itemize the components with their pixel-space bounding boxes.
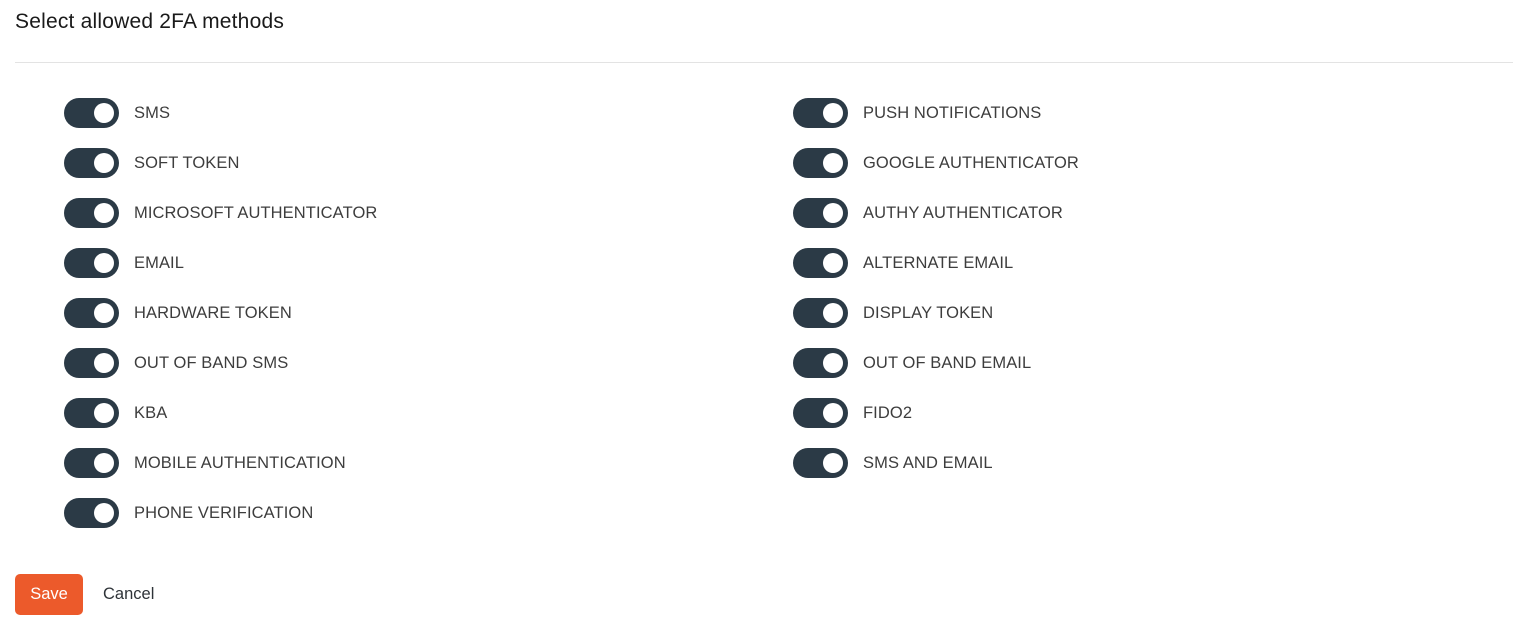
method-row-push-notifications: PUSH NOTIFICATIONS <box>793 98 1079 128</box>
toggle-knob <box>823 453 843 473</box>
method-label: SMS AND EMAIL <box>863 453 993 472</box>
method-row-fido2: FIDO2 <box>793 398 1079 428</box>
methods-right-column: PUSH NOTIFICATIONS GOOGLE AUTHENTICATOR … <box>793 98 1079 498</box>
toggle-email[interactable] <box>64 248 119 278</box>
method-label: SOFT TOKEN <box>134 153 240 172</box>
toggle-knob <box>94 403 114 423</box>
method-label: KBA <box>134 403 168 422</box>
toggle-knob <box>94 153 114 173</box>
method-row-hardware-token: HARDWARE TOKEN <box>64 298 377 328</box>
toggle-knob <box>94 303 114 323</box>
method-label: EMAIL <box>134 253 185 272</box>
method-label: ALTERNATE EMAIL <box>863 253 1014 272</box>
toggle-authy-authenticator[interactable] <box>793 198 848 228</box>
toggle-knob <box>823 303 843 323</box>
method-label: SMS <box>134 103 171 122</box>
method-label: DISPLAY TOKEN <box>863 303 994 322</box>
method-row-alternate-email: ALTERNATE EMAIL <box>793 248 1079 278</box>
method-label: OUT OF BAND SMS <box>134 353 289 372</box>
method-row-sms-and-email: SMS AND EMAIL <box>793 448 1079 478</box>
method-row-kba: KBA <box>64 398 377 428</box>
method-row-out-of-band-email: OUT OF BAND EMAIL <box>793 348 1079 378</box>
method-row-soft-token: SOFT TOKEN <box>64 148 377 178</box>
save-button[interactable]: Save <box>15 574 83 615</box>
2fa-settings-page: Select allowed 2FA methods SMS SOFT TOKE… <box>0 0 1527 623</box>
method-label: GOOGLE AUTHENTICATOR <box>863 153 1079 172</box>
toggle-google-authenticator[interactable] <box>793 148 848 178</box>
toggle-knob <box>94 203 114 223</box>
page-title: Select allowed 2FA methods <box>15 10 285 33</box>
method-row-email: EMAIL <box>64 248 377 278</box>
toggle-knob <box>94 103 114 123</box>
toggle-push-notifications[interactable] <box>793 98 848 128</box>
method-row-display-token: DISPLAY TOKEN <box>793 298 1079 328</box>
method-label: OUT OF BAND EMAIL <box>863 353 1032 372</box>
method-row-google-authenticator: GOOGLE AUTHENTICATOR <box>793 148 1079 178</box>
method-label: HARDWARE TOKEN <box>134 303 292 322</box>
toggle-display-token[interactable] <box>793 298 848 328</box>
toggle-knob <box>823 203 843 223</box>
method-label: AUTHY AUTHENTICATOR <box>863 203 1063 222</box>
methods-left-column: SMS SOFT TOKEN MICROSOFT AUTHENTICATOR E… <box>64 98 377 548</box>
toggle-knob <box>823 253 843 273</box>
toggle-phone-verification[interactable] <box>64 498 119 528</box>
method-row-authy-authenticator: AUTHY AUTHENTICATOR <box>793 198 1079 228</box>
toggle-knob <box>823 353 843 373</box>
cancel-button[interactable]: Cancel <box>103 585 154 604</box>
toggle-fido2[interactable] <box>793 398 848 428</box>
method-row-sms: SMS <box>64 98 377 128</box>
toggle-knob <box>823 403 843 423</box>
toggle-out-of-band-email[interactable] <box>793 348 848 378</box>
toggle-knob <box>94 253 114 273</box>
method-label: MICROSOFT AUTHENTICATOR <box>134 203 378 222</box>
toggle-knob <box>823 103 843 123</box>
toggle-knob <box>94 503 114 523</box>
toggle-sms[interactable] <box>64 98 119 128</box>
method-row-microsoft-authenticator: MICROSOFT AUTHENTICATOR <box>64 198 377 228</box>
method-row-out-of-band-sms: OUT OF BAND SMS <box>64 348 377 378</box>
toggle-out-of-band-sms[interactable] <box>64 348 119 378</box>
toggle-kba[interactable] <box>64 398 119 428</box>
toggle-hardware-token[interactable] <box>64 298 119 328</box>
toggle-microsoft-authenticator[interactable] <box>64 198 119 228</box>
method-row-phone-verification: PHONE VERIFICATION <box>64 498 377 528</box>
method-label: MOBILE AUTHENTICATION <box>134 453 346 472</box>
method-label: FIDO2 <box>863 403 913 422</box>
toggle-sms-and-email[interactable] <box>793 448 848 478</box>
toggle-mobile-authentication[interactable] <box>64 448 119 478</box>
toggle-knob <box>94 353 114 373</box>
method-label: PHONE VERIFICATION <box>134 503 314 522</box>
toggle-knob <box>94 453 114 473</box>
method-row-mobile-authentication: MOBILE AUTHENTICATION <box>64 448 377 478</box>
form-actions: Save Cancel <box>15 574 154 615</box>
toggle-alternate-email[interactable] <box>793 248 848 278</box>
divider <box>15 62 1513 63</box>
toggle-knob <box>823 153 843 173</box>
method-label: PUSH NOTIFICATIONS <box>863 103 1042 122</box>
toggle-soft-token[interactable] <box>64 148 119 178</box>
